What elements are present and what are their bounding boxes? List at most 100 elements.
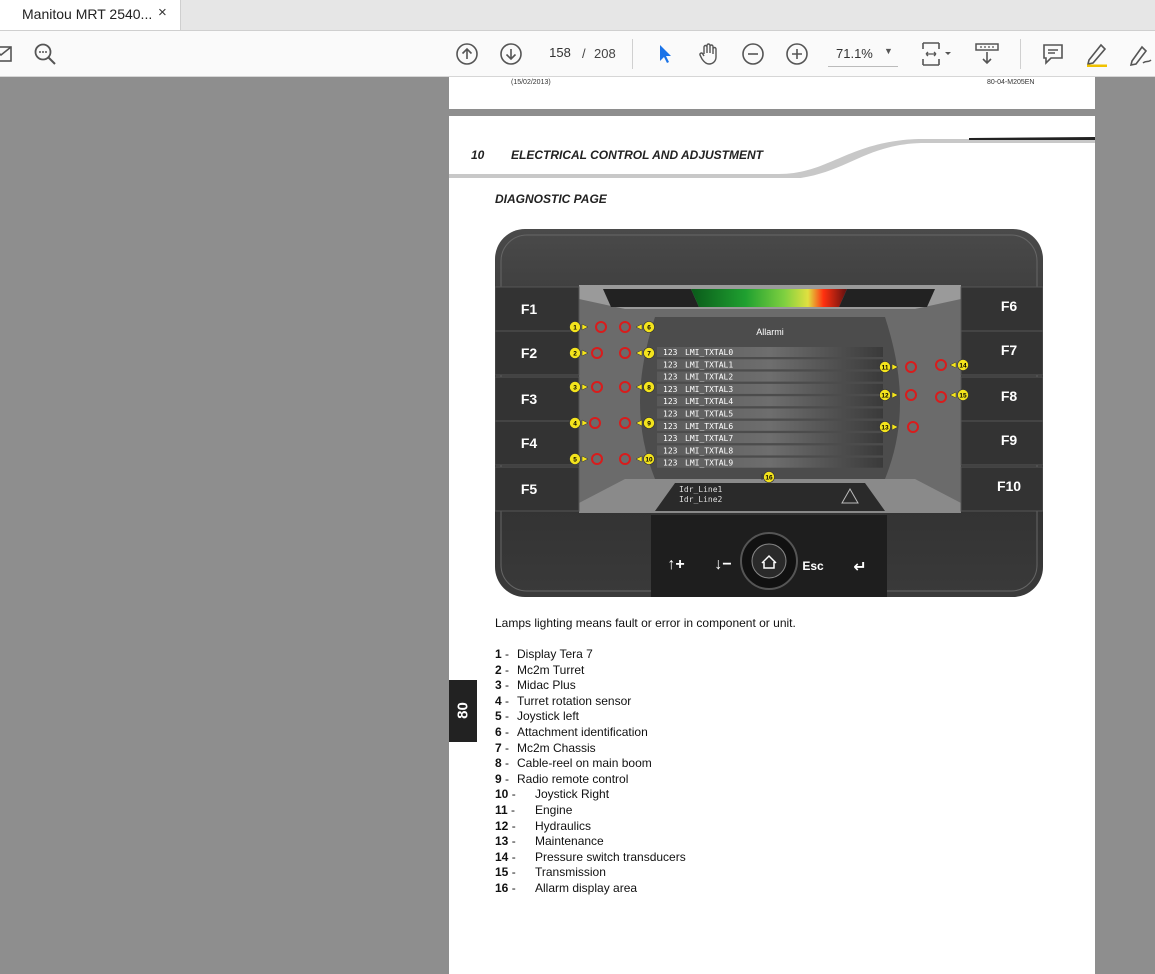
plus-key: ↑+ [667, 556, 684, 573]
legend-item: 16 - Allarm display area [495, 881, 686, 897]
toolbar: 158 / 208 71.1% ▼ [0, 31, 1155, 77]
page-number-input[interactable]: 158 [544, 40, 576, 66]
tab-title: Manitou MRT 2540... [22, 6, 153, 22]
callout-number: 15 [959, 393, 967, 400]
alarm-text: LMI_TXTAL5 [685, 410, 733, 419]
download-icon[interactable] [974, 41, 1000, 67]
document-page: 10 ELECTRICAL CONTROL AND ADJUSTMENT DIA… [449, 116, 1095, 974]
alarm-code: 123 [663, 360, 678, 369]
alarm-code: 123 [663, 422, 678, 431]
sign-icon[interactable] [1128, 41, 1154, 67]
section-number: 10 [471, 148, 485, 162]
tab-bar: Manitou MRT 2540... × [0, 0, 1155, 31]
function-key-label: F4 [521, 435, 538, 451]
legend-item: 9 - Radio remote control [495, 772, 686, 788]
callout-number: 13 [881, 425, 889, 432]
page-fit-icon[interactable] [918, 41, 956, 67]
select-cursor-icon[interactable] [652, 41, 678, 67]
legend-text: Transmission [535, 865, 606, 880]
gauge-right-slot [839, 289, 935, 307]
chapter-tab: 80 [449, 680, 477, 742]
function-key-label: F10 [997, 478, 1021, 494]
legend-item: 10 - Joystick Right [495, 787, 686, 803]
legend-text: Joystick left [517, 709, 580, 724]
legend-item: 8 - Cable-reel on main boom [495, 756, 686, 772]
legend-number: 4 - [495, 693, 513, 708]
previous-page-bottom: (15/02/2013) 80-04-M205EN [449, 77, 1095, 109]
legend-number: 12 - [495, 818, 520, 833]
callout-number: 11 [882, 365, 889, 372]
legend-number: 13 - [495, 834, 520, 849]
legend-text: Turret rotation sensor [517, 693, 632, 708]
callout-number: 12 [881, 393, 889, 400]
alarm-text: LMI_TXTAL1 [685, 360, 733, 369]
diagnostic-display-figure: Allarmi 123 LMI_TXTAL0123 LMI_TXTAL1123 LMI… [495, 229, 1043, 597]
zoom-value: 71.1% [836, 46, 873, 61]
alarm-text: LMI_TXTAL6 [685, 422, 733, 431]
alarm-code: 123 [663, 459, 678, 468]
section-title: ELECTRICAL CONTROL AND ADJUSTMENT [511, 148, 763, 162]
intro-text: Lamps lighting means fault or error in c… [495, 616, 796, 630]
alarm-code: 123 [663, 373, 678, 382]
function-key-label: F3 [521, 391, 538, 407]
alarm-code: 123 [663, 410, 678, 419]
callout-number: 10 [645, 457, 653, 464]
legend-number: 15 - [495, 865, 520, 880]
alarm-text: LMI_TXTAL0 [685, 348, 733, 357]
legend-text: Midac Plus [517, 678, 576, 693]
legend-item: 13 - Maintenance [495, 834, 686, 850]
legend-text: Joystick Right [535, 787, 610, 802]
legend-item: 4 - Turret rotation sensor [495, 694, 686, 710]
legend-item: 2 - Mc2m Turret [495, 663, 686, 679]
alarm-code: 123 [663, 434, 678, 443]
callout-number: 1 [573, 325, 577, 332]
esc-key: Esc [802, 559, 824, 573]
legend-item: 3 - Midac Plus [495, 678, 686, 694]
legend-item: 12 - Hydraulics [495, 819, 686, 835]
callout-number: 5 [573, 457, 577, 464]
home-key [751, 543, 787, 579]
legend-number: 1 - [495, 647, 513, 661]
legend-item: 11 - Engine [495, 803, 686, 819]
load-gauge [691, 289, 847, 307]
zoom-out-icon[interactable] [740, 41, 766, 67]
legend-number: 6 - [495, 724, 513, 739]
next-page-icon[interactable] [498, 41, 524, 67]
previous-page-icon[interactable] [454, 41, 480, 67]
legend-list: 1 - Display Tera 7 2 - Mc2m Turret 3 - Mid… [495, 647, 686, 897]
zoom-select[interactable]: 71.1% ▼ [828, 40, 898, 67]
legend-item: 14 - Pressure switch transducers [495, 850, 686, 866]
alarm-text: LMI_TXTAL7 [685, 434, 733, 443]
callout-number: 8 [647, 385, 651, 392]
page-total: 208 [594, 46, 616, 61]
alarm-code: 123 [663, 446, 678, 455]
legend-text: Display Tera 7 [517, 647, 593, 661]
document-viewport[interactable]: (15/02/2013) 80-04-M205EN 10 ELECTRICAL … [0, 77, 1155, 974]
callout-number: 6 [647, 325, 651, 332]
function-key-label: F9 [1001, 432, 1018, 448]
document-tab[interactable]: Manitou MRT 2540... × [0, 0, 181, 30]
highlighter-icon[interactable] [1084, 41, 1110, 67]
gauge-left-slot [603, 289, 699, 307]
legend-text: Pressure switch transducers [535, 849, 686, 864]
callout-number: 2 [573, 351, 577, 358]
comment-icon[interactable] [1040, 41, 1066, 67]
legend-text: Attachment identification [517, 724, 648, 739]
zoom-in-icon[interactable] [784, 41, 810, 67]
function-key-label: F2 [521, 345, 538, 361]
legend-text: Hydraulics [535, 818, 592, 833]
callout-number: 16 [765, 475, 773, 482]
function-key-label: F7 [1001, 342, 1018, 358]
hand-tool-icon[interactable] [696, 41, 722, 67]
mail-icon[interactable] [0, 41, 14, 67]
function-key-label: F5 [521, 481, 538, 497]
alarm-text: LMI_TXTAL9 [685, 459, 733, 468]
search-icon[interactable] [32, 41, 58, 67]
alarm-code: 123 [663, 348, 678, 357]
page-code: 80-04-M205EN [987, 79, 1035, 86]
legend-number: 7 - [495, 740, 513, 755]
info-line-2: Idr_Line2 [679, 495, 723, 504]
chapter-tab-label: 80 [454, 702, 472, 719]
close-icon[interactable]: × [158, 4, 167, 21]
callout-number: 14 [959, 363, 967, 370]
